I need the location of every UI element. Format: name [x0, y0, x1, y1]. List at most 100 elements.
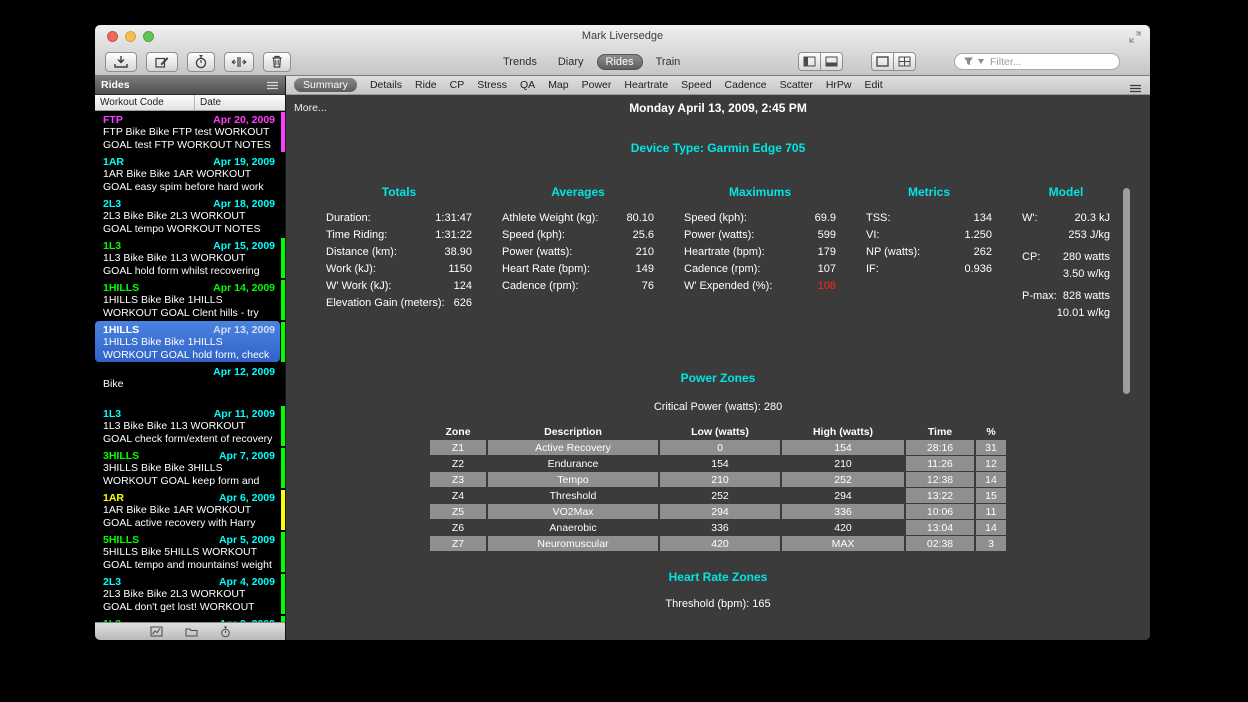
workout-code: 3HILLS	[103, 450, 139, 462]
column-workout-code[interactable]: Workout Code	[95, 95, 195, 110]
stopwatch-button[interactable]	[187, 52, 215, 72]
ride-item-line3: WORKOUT GOAL Clent hills - try	[103, 307, 277, 320]
close-button[interactable]	[107, 31, 118, 42]
tab-power[interactable]: Power	[582, 79, 612, 91]
stat-value: 179	[818, 244, 836, 261]
workout-code: 2L3	[103, 198, 121, 210]
ride-item-line3: GOAL active recovery with Harry	[103, 517, 277, 530]
ride-list-item[interactable]: 5HILLSApr 5, 20095HILLS Bike 5HILLS WORK…	[95, 531, 285, 573]
pane-bottom-toggle[interactable]	[820, 53, 842, 70]
ride-color-stripe	[281, 490, 285, 530]
stat-row: P-max:828 watts	[1022, 288, 1110, 305]
titlebar[interactable]: Mark Liversedge	[95, 25, 1150, 48]
ride-list-item[interactable]: 1L3Apr 3, 2009	[95, 615, 285, 622]
tab-heartrate[interactable]: Heartrate	[624, 79, 668, 91]
tab-edit[interactable]: Edit	[865, 79, 883, 91]
download-ride-button[interactable]	[105, 52, 137, 72]
zone-cell: 3	[976, 536, 1006, 551]
folder-icon[interactable]	[185, 627, 198, 637]
stat-value: 626	[454, 295, 472, 312]
analysis-tabs: Summary Details Ride CP Stress QA Map Power Hear…	[294, 78, 883, 92]
zone-row: Z3Tempo21025212:3814	[430, 472, 1006, 487]
zone-column-header: Zone	[430, 424, 486, 439]
more-link[interactable]: More...	[294, 102, 327, 114]
ride-item-topline: 1AR Apr 6, 2009	[103, 492, 277, 504]
filter-field[interactable]	[954, 53, 1120, 70]
sidebar-menu-icon[interactable]	[266, 81, 279, 90]
stat-value: 107	[818, 261, 836, 278]
ride-list-item[interactable]: 2L3Apr 4, 20092L3 Bike Bike 2L3 WORKOUTG…	[95, 573, 285, 615]
ride-list-header[interactable]: Workout Code Date	[95, 95, 285, 111]
zone-cell: 11:26	[906, 456, 974, 471]
intervals-button[interactable]	[224, 52, 254, 72]
ride-date: Apr 6, 2009	[219, 492, 277, 504]
summary-column-metrics: MetricsTSS:134VI:1.250NP (watts):262IF:0…	[866, 185, 992, 327]
zone-cell: MAX	[782, 536, 904, 551]
stat-row: VI:1.250	[866, 227, 992, 244]
column-date[interactable]: Date	[195, 95, 221, 110]
manual-entry-button[interactable]	[146, 52, 178, 72]
filter-input[interactable]	[988, 55, 1111, 69]
view-tab-trends[interactable]: Trends	[495, 54, 545, 70]
stat-row: W' Work (kJ):124	[326, 278, 472, 295]
fullscreen-icon[interactable]	[1129, 30, 1141, 48]
tab-scatter[interactable]: Scatter	[780, 79, 813, 91]
sidebar-left-toggle[interactable]	[799, 53, 820, 70]
workout-code: 1AR	[103, 492, 124, 504]
stat-value: 0.936	[964, 261, 992, 278]
zone-cell: 31	[976, 440, 1006, 455]
ride-list-item[interactable]: 1ARApr 19, 20091AR Bike Bike 1AR WORKOUT…	[95, 153, 285, 195]
ride-item-line3: GOAL check form/extent of recovery	[103, 433, 277, 446]
tab-hrpw[interactable]: HrPw	[826, 79, 852, 91]
ride-color-stripe	[281, 532, 285, 572]
view-tab-diary[interactable]: Diary	[550, 54, 592, 70]
tab-speed[interactable]: Speed	[681, 79, 711, 91]
minimize-button[interactable]	[125, 31, 136, 42]
ride-date: Apr 12, 2009	[213, 366, 277, 378]
zone-cell: 10:06	[906, 504, 974, 519]
zone-cell: 02:38	[906, 536, 974, 551]
stat-value: 210	[636, 244, 654, 261]
ride-list-item[interactable]: FTPApr 20, 2009FTP Bike Bike FTP test WO…	[95, 111, 285, 153]
summary-view-icon[interactable]	[150, 626, 163, 637]
stat-label: W' Expended (%):	[684, 278, 772, 295]
zoom-button[interactable]	[143, 31, 154, 42]
tab-stress[interactable]: Stress	[477, 79, 507, 91]
ride-list-item[interactable]: 1L3Apr 11, 20091L3 Bike Bike 1L3 WORKOUT…	[95, 405, 285, 447]
zone-cell: 0	[660, 440, 780, 455]
view-tab-rides[interactable]: Rides	[597, 54, 643, 70]
tab-qa[interactable]: QA	[520, 79, 535, 91]
ride-date: Apr 15, 2009	[213, 240, 277, 252]
chevron-down-icon	[978, 59, 984, 64]
content-scrollbar[interactable]	[1123, 188, 1130, 394]
tab-details[interactable]: Details	[370, 79, 402, 91]
ride-list-item[interactable]: 2L3Apr 18, 20092L3 Bike Bike 2L3 WORKOUT…	[95, 195, 285, 237]
split-pane-toggle[interactable]	[893, 53, 915, 70]
stat-label: Elevation Gain (meters):	[326, 295, 445, 312]
tab-cp[interactable]: CP	[450, 79, 465, 91]
ride-date: Apr 20, 2009	[213, 114, 277, 126]
summary-view: More... Monday April 13, 2009, 2:45 PM D…	[286, 95, 1150, 640]
single-pane-toggle[interactable]	[872, 53, 893, 70]
stat-value: 1150	[448, 261, 472, 278]
stat-row: Work (kJ):1150	[326, 261, 472, 278]
tab-summary[interactable]: Summary	[294, 78, 357, 92]
zone-cell: Z6	[430, 520, 486, 535]
ride-list-item[interactable]: 1L3Apr 15, 20091L3 Bike Bike 1L3 WORKOUT…	[95, 237, 285, 279]
interval-stopwatch-icon[interactable]	[220, 626, 231, 638]
tab-map[interactable]: Map	[548, 79, 568, 91]
summary-column-header: Model	[1022, 185, 1110, 199]
ride-list-item[interactable]: 1ARApr 6, 20091AR Bike Bike 1AR WORKOUTG…	[95, 489, 285, 531]
tab-ride[interactable]: Ride	[415, 79, 437, 91]
stat-row: Duration:1:31:47	[326, 210, 472, 227]
ride-list-item[interactable]: Apr 12, 2009Bike	[95, 363, 285, 405]
ride-list-item[interactable]: 1HILLSApr 13, 20091HILLS Bike Bike 1HILL…	[95, 321, 285, 363]
zone-row: Z5VO2Max29433610:0611	[430, 504, 1006, 519]
view-tab-train[interactable]: Train	[648, 54, 689, 70]
ride-item-topline: 1L3Apr 3, 2009	[103, 618, 277, 622]
tab-cadence[interactable]: Cadence	[725, 79, 767, 91]
ride-list-item[interactable]: 3HILLSApr 7, 20093HILLS Bike Bike 3HILLS…	[95, 447, 285, 489]
stat-row: NP (watts):262	[866, 244, 992, 261]
ride-list-item[interactable]: 1HILLSApr 14, 20091HILLS Bike Bike 1HILL…	[95, 279, 285, 321]
delete-ride-button[interactable]	[263, 52, 291, 72]
